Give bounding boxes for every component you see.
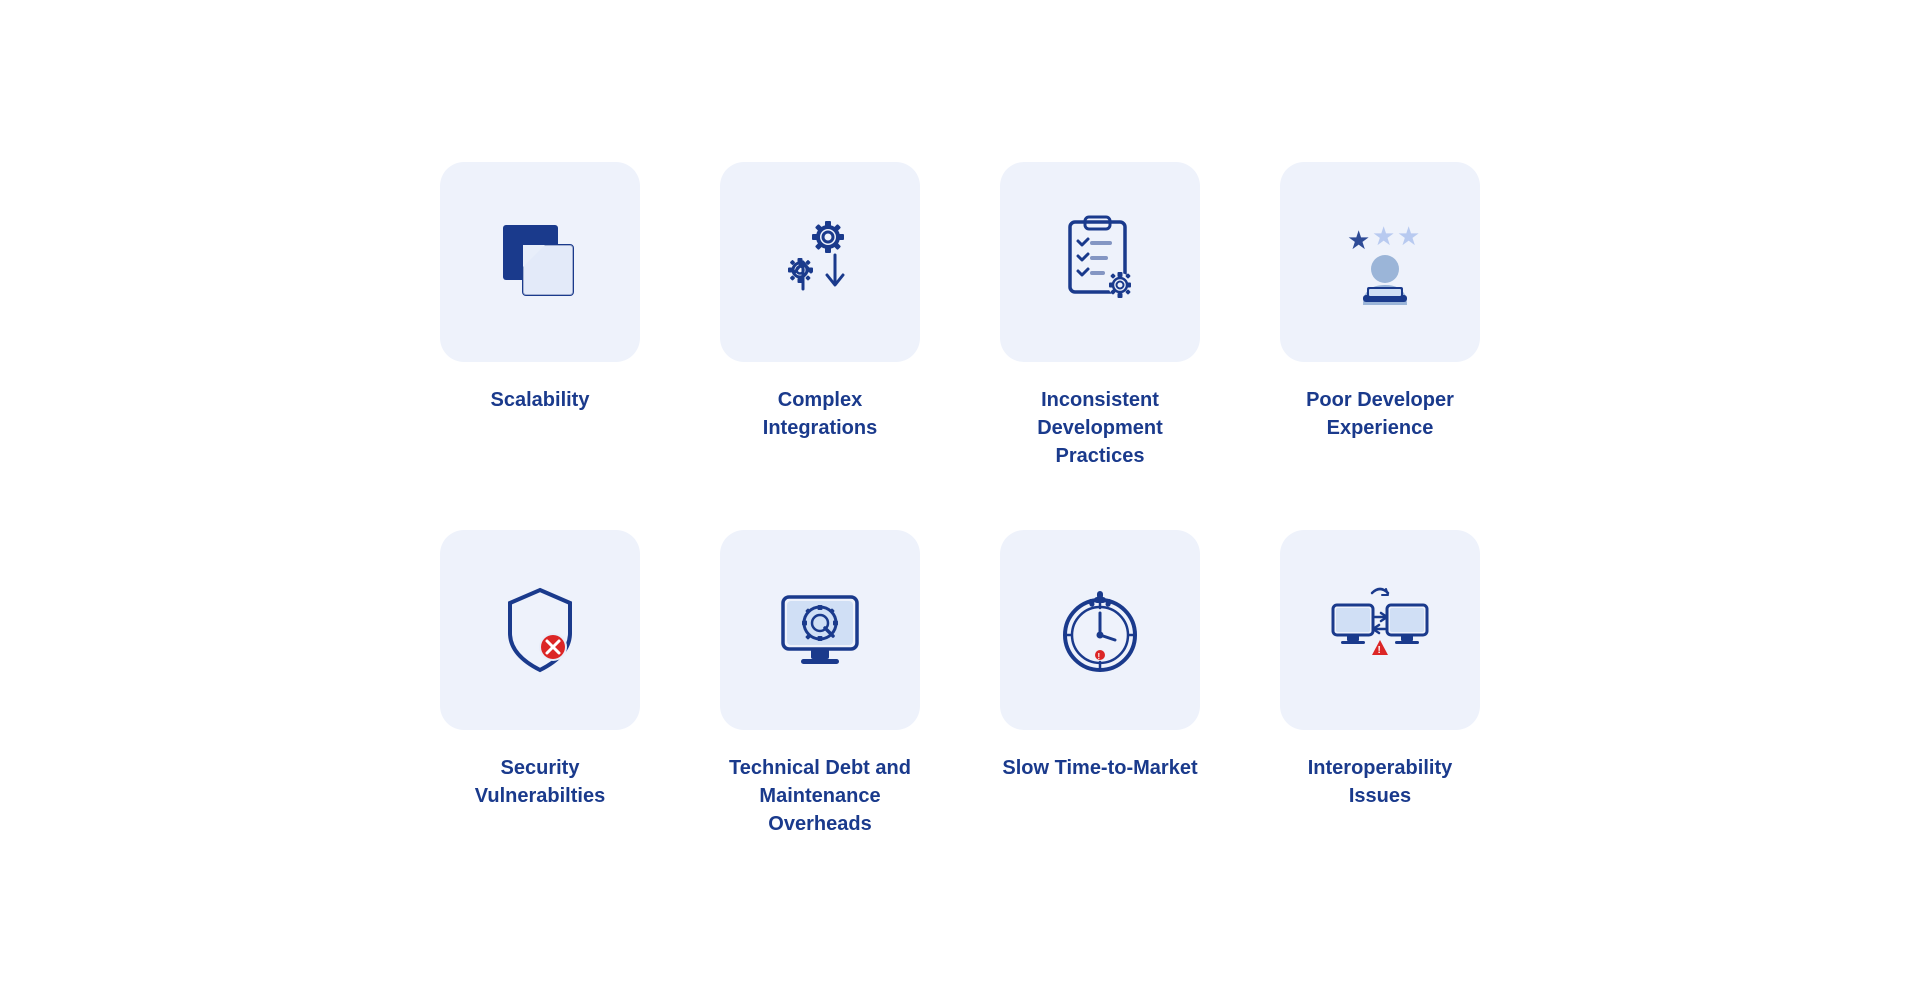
- svg-text:!: !: [1378, 645, 1381, 656]
- icon-box-poor-dev-exp: ★ ★ ★: [1280, 162, 1480, 362]
- card-label-security: Security Vulnerabilties: [440, 754, 640, 810]
- icon-box-complex-integrations: [720, 162, 920, 362]
- card-security: Security Vulnerabilties: [440, 530, 640, 838]
- icon-box-interoperability: !: [1280, 530, 1480, 730]
- technical-debt-icon: [765, 575, 875, 685]
- inconsistent-dev-icon: [1045, 207, 1155, 317]
- card-poor-dev-exp: ★ ★ ★ Poor Developer Experience: [1280, 162, 1480, 470]
- poor-dev-exp-icon: ★ ★ ★: [1325, 207, 1435, 317]
- icon-box-scalability: [440, 162, 640, 362]
- cards-grid: Scalability: [380, 102, 1540, 898]
- security-icon: [485, 575, 595, 685]
- card-label-scalability: Scalability: [491, 386, 590, 414]
- card-technical-debt: Technical Debt and Maintenance Overheads: [720, 530, 920, 838]
- card-complex-integrations: Complex Integrations: [720, 162, 920, 470]
- icon-box-security: [440, 530, 640, 730]
- scalability-icon: [485, 207, 595, 317]
- icon-box-inconsistent-dev: [1000, 162, 1200, 362]
- card-label-inconsistent-dev: Inconsistent Development Practices: [1000, 386, 1200, 470]
- svg-text:★: ★: [1347, 225, 1370, 255]
- card-label-poor-dev-exp: Poor Developer Experience: [1280, 386, 1480, 442]
- icon-box-technical-debt: [720, 530, 920, 730]
- card-label-interoperability: Interoperability Issues: [1280, 754, 1480, 810]
- card-scalability: Scalability: [440, 162, 640, 470]
- svg-text:!: !: [1098, 652, 1101, 661]
- svg-text:★: ★: [1397, 221, 1420, 251]
- icon-box-slow-time: !: [1000, 530, 1200, 730]
- interoperability-icon: !: [1325, 575, 1435, 685]
- svg-text:★: ★: [1372, 221, 1395, 251]
- card-slow-time: ! Slow Time-to-Market: [1000, 530, 1200, 838]
- card-label-complex-integrations: Complex Integrations: [720, 386, 920, 442]
- card-interoperability: ! Interoperability Issues: [1280, 530, 1480, 838]
- slow-time-icon: !: [1045, 575, 1155, 685]
- card-label-technical-debt: Technical Debt and Maintenance Overheads: [720, 754, 920, 838]
- card-label-slow-time: Slow Time-to-Market: [1002, 754, 1197, 782]
- complex-integrations-icon: [765, 207, 875, 317]
- card-inconsistent-dev: Inconsistent Development Practices: [1000, 162, 1200, 470]
